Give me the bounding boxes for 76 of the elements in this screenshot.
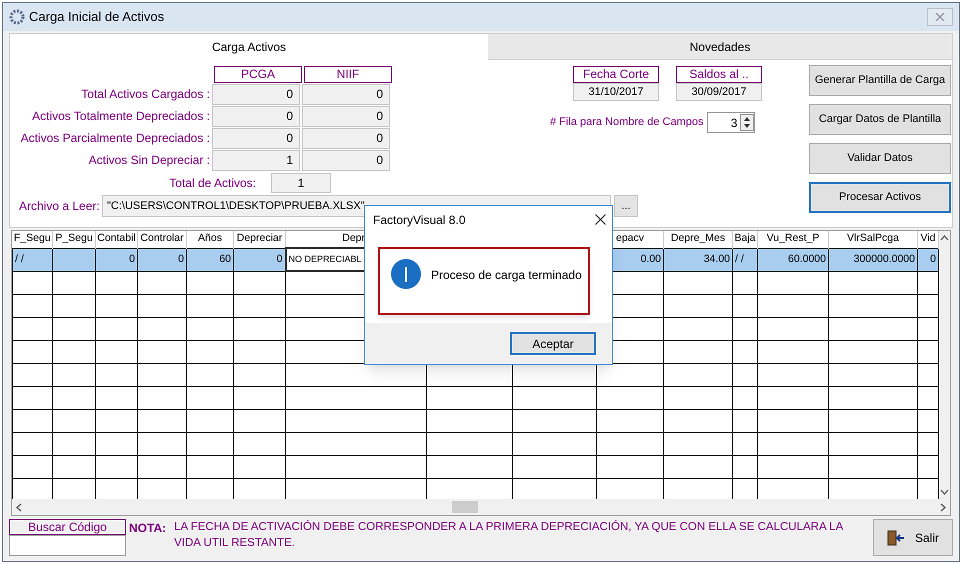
window-title: Carga Inicial de Activos — [29, 8, 164, 26]
dialog-message: Proceso de carga terminado — [431, 267, 582, 284]
header-row-label: # Fila para Nombre de Campos — [550, 115, 704, 130]
column-header: epacv — [616, 232, 644, 244]
table-cell-text: 300000.0000 — [852, 252, 916, 267]
column-header: Depre_Mes — [670, 232, 726, 244]
summary-label: Activos Sin Depreciar : — [88, 152, 211, 169]
browse-button[interactable]: ... — [614, 195, 638, 217]
scroll-thumb[interactable] — [452, 501, 478, 513]
tab[interactable]: Novedades — [488, 34, 952, 60]
tab[interactable]: Carga Activos — [10, 34, 488, 60]
column-header: Vid — [920, 232, 936, 244]
date-field: 31/10/2017 — [573, 83, 659, 101]
note-text: LA FECHA DE ACTIVACIÓN DEBE CORRESPONDER A LA PRIMERA DEPRECIACIÓN, YA QUE CON ELLA SE CALCULARA LA VIDA UTIL RESTANTE. — [174, 519, 844, 551]
spinner-arrows-icon — [740, 114, 754, 131]
file-label: Archivo a Leer: — [19, 198, 101, 215]
action-button[interactable]: Validar Datos — [809, 143, 951, 174]
date-field: 30/09/2017 — [676, 83, 762, 101]
table-cell-text: 60 — [218, 252, 232, 267]
table-cell-text: NO DEPRECIABL — [288, 252, 363, 266]
column-header: Contabil — [97, 232, 136, 244]
count-field: 1 — [212, 150, 300, 170]
column-header: Baja — [734, 232, 756, 244]
column-header: Años — [198, 232, 222, 244]
date-label: Fecha Corte — [573, 66, 659, 83]
column-header: Controlar — [140, 232, 184, 244]
column-header: P_Segu — [55, 232, 93, 244]
column-header: PCGA — [214, 66, 302, 83]
column-header: VlrSalPcga — [847, 232, 899, 244]
exit-door-icon — [886, 530, 905, 546]
scroll-up-icon[interactable] — [940, 235, 949, 241]
scroll-left-icon[interactable] — [16, 502, 22, 512]
count-field: 0 — [212, 84, 300, 104]
column-header: NIIF — [304, 66, 392, 83]
scroll-right-icon[interactable] — [940, 502, 946, 512]
summary-label: Total Activos Cargados : — [80, 86, 211, 103]
date-label: Saldos al .. — [676, 66, 762, 83]
table-cell-text: 60.0000 — [787, 252, 827, 267]
table-cell-text: 0 — [177, 252, 185, 267]
column-header: Depr — [341, 231, 365, 246]
exit-button[interactable]: Salir — [873, 519, 953, 556]
scroll-down-icon[interactable] — [940, 489, 949, 495]
column-header: Depreciar — [236, 232, 282, 244]
count-field: 0 — [212, 128, 300, 148]
count-field: 0 — [302, 106, 390, 126]
info-icon — [391, 259, 421, 289]
horizontal-scrollbar[interactable] — [12, 499, 950, 515]
total-field: 1 — [271, 173, 331, 193]
count-field: 0 — [212, 106, 300, 126]
summary-label: Activos Parcialmente Depreciados : — [20, 130, 211, 147]
close-icon — [935, 13, 945, 21]
table-cell-text: 0.00 — [640, 252, 662, 267]
gear-icon — [9, 9, 25, 25]
total-label: Total de Activos: — [168, 175, 256, 192]
accept-button[interactable]: Aceptar — [510, 332, 596, 355]
vertical-scrollbar[interactable] — [939, 231, 950, 499]
search-field[interactable] — [9, 535, 126, 556]
note-label: NOTA: — [129, 520, 166, 537]
table-cell-text: / / — [734, 252, 745, 267]
table-cell-text: 34.00 — [702, 252, 731, 267]
close-icon[interactable] — [595, 214, 606, 225]
action-button[interactable]: Generar Plantilla de Carga — [809, 65, 951, 96]
action-button[interactable]: Cargar Datos de Plantilla — [809, 104, 951, 135]
action-button[interactable]: Procesar Activos — [809, 182, 951, 213]
table-cell-text: / / — [14, 252, 25, 267]
column-header: Vu_Rest_P — [766, 232, 820, 244]
search-label: Buscar Código — [9, 519, 126, 535]
table-cell-text: 0 — [128, 252, 136, 267]
count-field: 0 — [302, 150, 390, 170]
column-header: F_Segu — [14, 232, 51, 244]
summary-label: Activos Totalmente Depreciados : — [31, 108, 211, 125]
count-field: 0 — [302, 128, 390, 148]
table-cell-text: 0 — [276, 252, 284, 267]
count-field: 0 — [302, 84, 390, 104]
table-cell-text: 0 — [929, 252, 937, 267]
number-spinner[interactable]: 3 — [707, 112, 756, 133]
